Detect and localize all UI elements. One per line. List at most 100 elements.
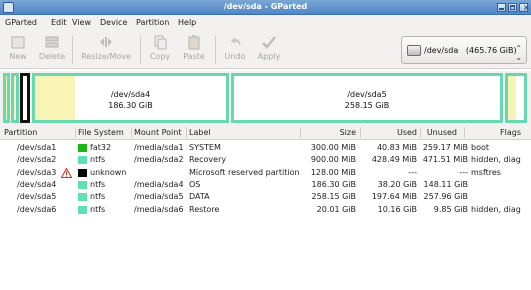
partition-block-sda2[interactable] bbox=[11, 73, 19, 123]
column-mount-point[interactable]: Mount Point bbox=[134, 128, 181, 137]
column-separator bbox=[75, 127, 76, 138]
resize-move-icon bbox=[100, 37, 112, 47]
minimize-button[interactable] bbox=[497, 3, 506, 12]
table-row[interactable]: /dev/sda4 ntfs/media/sda4 OS 186.30 GiB 38.2… bbox=[0, 179, 531, 191]
filesystem-color-swatch bbox=[78, 144, 87, 152]
column-size[interactable]: Size bbox=[300, 128, 356, 137]
delete-icon bbox=[45, 36, 59, 48]
label-cell: Microsoft reserved partition bbox=[189, 167, 300, 177]
toolbar-separator bbox=[72, 36, 73, 64]
copy-icon bbox=[154, 35, 167, 50]
menu-device[interactable]: Device bbox=[100, 18, 127, 27]
resize-move-button[interactable]: Resize/Move bbox=[78, 34, 134, 66]
unused-cell: 471.51 MiB bbox=[422, 155, 468, 165]
table-row[interactable]: /dev/sda1 fat32/media/sda1 SYSTEM 300.00 Mi… bbox=[0, 142, 531, 154]
column-label[interactable]: Label bbox=[189, 128, 211, 137]
updown-arrow-icon: ⌃ ⌄ bbox=[515, 44, 522, 62]
window-title: /dev/sda - GParted bbox=[223, 2, 308, 11]
unused-cell: 148.11 GiB bbox=[423, 179, 468, 189]
column-partition[interactable]: Partition bbox=[4, 128, 37, 137]
title-bar: /dev/sda - GParted × bbox=[0, 0, 531, 15]
partition-block-sda5[interactable]: /dev/sda5 258.15 GiB bbox=[231, 73, 503, 123]
partition-block-sda4[interactable]: /dev/sda4 186.30 GiB bbox=[32, 73, 229, 123]
flags-cell: msftres bbox=[471, 167, 501, 177]
apply-button[interactable]: Apply bbox=[254, 34, 284, 66]
used-cell: --- bbox=[408, 167, 417, 177]
disk-map: /dev/sda4 186.30 GiB /dev/sda5 258.15 GiB bbox=[0, 71, 531, 125]
label-cell: Recovery bbox=[189, 155, 227, 165]
partition-block-sda6[interactable] bbox=[505, 73, 527, 123]
checkmark-icon bbox=[262, 36, 276, 49]
column-used[interactable]: Used bbox=[360, 128, 417, 137]
partition-block-sda3[interactable] bbox=[20, 73, 30, 123]
mount-point-cell: /media/sda1 bbox=[134, 143, 184, 152]
column-separator bbox=[186, 127, 187, 138]
flags-cell: boot bbox=[471, 143, 490, 152]
flags-cell: hidden, diag bbox=[471, 204, 521, 214]
toolbar-separator bbox=[215, 36, 216, 64]
column-flags[interactable]: Flags bbox=[464, 128, 521, 137]
filesystem-color-swatch bbox=[78, 205, 87, 214]
undo-button[interactable]: Undo bbox=[221, 34, 249, 66]
filesystem-color-swatch bbox=[78, 168, 87, 177]
unused-cell: --- bbox=[459, 167, 468, 177]
file-system-cell: ntfs bbox=[90, 192, 106, 202]
column-separator bbox=[131, 127, 132, 138]
table-row[interactable]: /dev/sda5 ntfs/media/sda5 DATA 258.15 GiB 19… bbox=[0, 191, 531, 203]
filesystem-color-swatch bbox=[78, 156, 87, 165]
file-system-cell: unknown bbox=[90, 167, 127, 177]
new-button[interactable]: New bbox=[5, 34, 31, 66]
menu-edit[interactable]: Edit bbox=[51, 18, 67, 27]
partition-cell: /dev/sda3 bbox=[17, 167, 57, 177]
file-system-cell: ntfs bbox=[90, 179, 106, 189]
delete-button[interactable]: Delete bbox=[37, 34, 67, 66]
menu-bar: GParted Edit View Device Partition Help bbox=[0, 15, 531, 32]
label-cell: OS bbox=[189, 179, 201, 189]
label-cell: Restore bbox=[189, 204, 220, 214]
undo-icon bbox=[231, 37, 241, 46]
file-system-cell: fat32 bbox=[90, 143, 112, 152]
menu-view[interactable]: View bbox=[72, 18, 91, 27]
toolbar-separator bbox=[140, 36, 141, 64]
close-button[interactable]: × bbox=[519, 3, 530, 12]
minimize-icon bbox=[499, 8, 504, 10]
mount-point-cell: /media/sda2 bbox=[134, 155, 184, 165]
new-partition-icon bbox=[11, 36, 25, 49]
column-file-system[interactable]: File System bbox=[78, 128, 124, 137]
filesystem-color-swatch bbox=[78, 193, 87, 202]
copy-button[interactable]: Copy bbox=[146, 34, 174, 66]
used-cell: 428.49 MiB bbox=[371, 155, 417, 165]
used-cell: 38.20 GiB bbox=[377, 179, 417, 189]
menu-gparted[interactable]: GParted bbox=[5, 18, 37, 27]
maximize-icon bbox=[510, 5, 515, 10]
size-cell: 900.00 MiB bbox=[310, 155, 356, 165]
menu-partition[interactable]: Partition bbox=[136, 18, 169, 27]
size-cell: 20.01 GiB bbox=[316, 204, 356, 214]
menu-help[interactable]: Help bbox=[178, 18, 196, 27]
table-row[interactable]: /dev/sda2 ntfs/media/sda2 Recovery 900.00 M… bbox=[0, 154, 531, 166]
maximize-button[interactable] bbox=[508, 3, 517, 12]
unused-cell: 9.85 GiB bbox=[433, 204, 468, 214]
partition-table: Partition File System Mount Point Label … bbox=[0, 125, 531, 290]
filesystem-color-swatch bbox=[78, 180, 87, 189]
size-cell: 186.30 GiB bbox=[311, 179, 356, 189]
device-selector[interactable]: /dev/sda (465.76 GiB) ⌃ ⌄ bbox=[401, 36, 527, 64]
label-cell: SYSTEM bbox=[189, 143, 221, 152]
table-header: Partition File System Mount Point Label … bbox=[0, 125, 531, 140]
device-label: /dev/sda (465.76 GiB) bbox=[424, 46, 517, 55]
label-cell: DATA bbox=[189, 192, 210, 202]
partition-block-sda1[interactable] bbox=[3, 73, 10, 123]
size-cell: 258.15 GiB bbox=[311, 192, 356, 202]
table-row[interactable]: /dev/sda3 unknown Microsoft reserved parti… bbox=[0, 167, 531, 179]
partition-name: /dev/sda4 bbox=[110, 90, 151, 99]
warning-icon[interactable] bbox=[61, 167, 72, 178]
partition-cell: /dev/sda2 bbox=[17, 155, 57, 165]
used-cell: 197.64 MiB bbox=[371, 192, 417, 202]
partition-cell: /dev/sda1 bbox=[17, 143, 57, 152]
table-row[interactable]: /dev/sda6 ntfs/media/sda6 Restore 20.01 GiB… bbox=[0, 204, 531, 216]
partition-size: 186.30 GiB bbox=[108, 101, 153, 110]
hard-disk-icon bbox=[407, 45, 421, 56]
unused-cell: 259.17 MiB bbox=[422, 143, 468, 152]
paste-button[interactable]: Paste bbox=[180, 34, 208, 66]
column-unused[interactable]: Unused bbox=[420, 128, 457, 137]
